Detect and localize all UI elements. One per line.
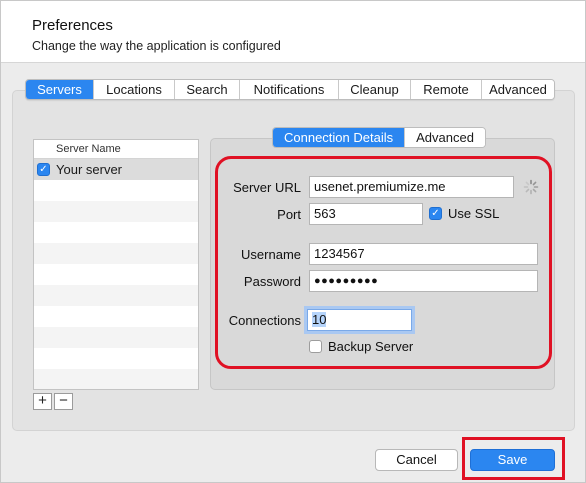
empty-row [34, 180, 198, 201]
password-label: Password [243, 274, 301, 289]
server-list-row[interactable]: ✓ Your server [34, 159, 198, 180]
password-field[interactable]: ●●●●●●●●● [309, 270, 538, 292]
remove-server-button[interactable]: − [54, 393, 73, 410]
save-highlight-annotation [462, 437, 565, 480]
empty-row [34, 243, 198, 264]
tab-servers[interactable]: Servers [26, 80, 94, 99]
empty-row [34, 327, 198, 348]
server-url-label: Server URL [233, 180, 301, 195]
empty-row [34, 306, 198, 327]
server-enabled-checkbox[interactable]: ✓ [37, 163, 50, 176]
use-ssl-label: Use SSL [448, 206, 500, 221]
window-subtitle: Change the way the application is config… [32, 39, 281, 53]
details-tabs: Connection Details Advanced [272, 127, 486, 148]
empty-row [34, 285, 198, 306]
empty-row [34, 222, 198, 243]
loading-spinner-icon [523, 179, 539, 195]
tab-notifications[interactable]: Notifications [240, 80, 339, 99]
preferences-tabs: Servers Locations Search Notifications C… [25, 79, 555, 100]
username-label: Username [241, 247, 301, 262]
checkbox-unchecked-icon [309, 340, 322, 353]
tab-remote[interactable]: Remote [411, 80, 482, 99]
empty-row [34, 348, 198, 369]
use-ssl-checkbox[interactable]: ✓ Use SSL [429, 206, 499, 221]
username-field[interactable]: 1234567 [309, 243, 538, 265]
tab-cleanup[interactable]: Cleanup [339, 80, 411, 99]
cancel-button[interactable]: Cancel [375, 449, 458, 471]
window-title: Preferences [32, 17, 113, 34]
preferences-window: Preferences Change the way the applicati… [0, 0, 586, 483]
server-name-column-header[interactable]: Server Name [34, 140, 198, 159]
server-url-field[interactable]: usenet.premiumize.me [309, 176, 514, 198]
backup-server-checkbox[interactable]: Backup Server [309, 339, 413, 354]
empty-row [34, 264, 198, 285]
connections-field[interactable]: 10 [307, 309, 412, 331]
add-server-button[interactable]: + [33, 393, 52, 410]
backup-server-label: Backup Server [328, 339, 414, 354]
tab-details-advanced[interactable]: Advanced [405, 128, 485, 147]
tab-advanced[interactable]: Advanced [482, 80, 554, 99]
port-label: Port [277, 207, 301, 222]
empty-row [34, 201, 198, 222]
server-list[interactable]: Server Name ✓ Your server [33, 139, 199, 390]
tab-search[interactable]: Search [175, 80, 240, 99]
server-name: Your server [56, 162, 122, 177]
connections-label: Connections [228, 313, 301, 328]
tab-connection-details[interactable]: Connection Details [273, 128, 406, 147]
tab-locations[interactable]: Locations [94, 80, 175, 99]
header: Preferences Change the way the applicati… [1, 1, 585, 63]
checkbox-checked-icon: ✓ [429, 207, 442, 220]
empty-row [34, 369, 198, 389]
port-field[interactable]: 563 [309, 203, 423, 225]
connections-value: 10 [312, 312, 327, 327]
